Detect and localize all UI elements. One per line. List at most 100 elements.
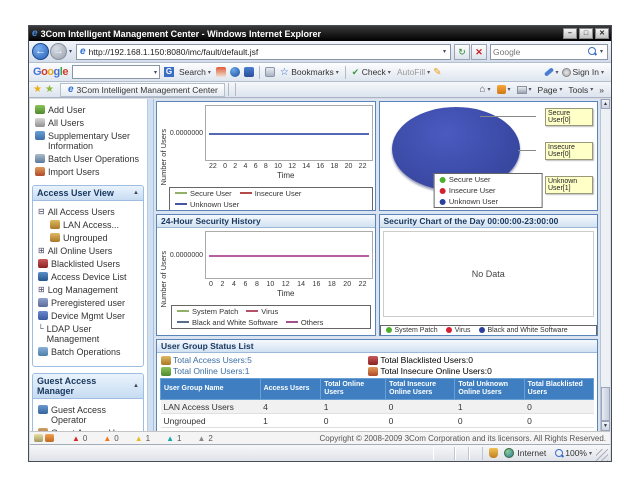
tools-menu[interactable]: Tools▾ (568, 85, 593, 95)
x-tick: 14 (302, 163, 310, 170)
cell-value: 0 (455, 414, 524, 428)
column-header-user-group-name[interactable]: User Group Name (161, 379, 261, 400)
sidebar-item-ldap-user-management[interactable]: └LDAP User Management (37, 322, 141, 345)
spellcheck-icon[interactable] (230, 67, 240, 77)
collapse-icon[interactable]: ▲ (133, 383, 139, 389)
refresh-button[interactable]: ↻ (454, 44, 470, 60)
alarm-critical[interactable]: ▲0 (72, 434, 87, 443)
close-button[interactable]: ✕ (595, 28, 609, 39)
legend-label: Virus (261, 307, 278, 316)
url-input[interactable] (89, 47, 441, 57)
translate-icon[interactable] (244, 67, 254, 77)
stop-button[interactable]: ✕ (471, 44, 487, 60)
feeds-button[interactable]: ▾ (497, 85, 511, 94)
sidebar-section-access-user-view: Access User View ▲ ⊟All Access UsersLAN … (32, 185, 144, 367)
scrollbar-thumb[interactable] (601, 387, 610, 421)
section-header[interactable]: Access User View ▲ (33, 186, 143, 201)
status-user-icon[interactable] (34, 434, 43, 442)
tree-collapse-icon[interactable]: ⊞ (38, 246, 45, 255)
cell-value: 0 (386, 400, 455, 414)
google-search-dropdown-icon[interactable]: ▾ (154, 69, 157, 76)
search-dropdown-icon[interactable]: ▾ (600, 48, 603, 55)
sidebar-item-preregistered-user[interactable]: Preregistered user (37, 296, 141, 309)
x-tick: 10 (274, 163, 282, 170)
back-button[interactable]: ← (32, 43, 49, 60)
column-header-total-unknown-online-users[interactable]: Total Unknown Online Users (455, 379, 524, 400)
google-search-field[interactable]: ▾ (72, 65, 160, 79)
status-alarm-icon[interactable] (45, 434, 54, 442)
more-toolbar-chevron[interactable]: » (599, 85, 604, 95)
column-header-total-insecure-online-users[interactable]: Total Insecure Online Users (386, 379, 455, 400)
wrench-icon[interactable] (543, 67, 553, 76)
sidebar-item-batch-user-operations[interactable]: Batch User Operations (34, 152, 145, 165)
section-header[interactable]: Guest Access Manager ▲ (33, 374, 143, 399)
tree-collapse-icon[interactable]: ⊞ (38, 285, 45, 294)
scroll-up-button[interactable]: ▲ (601, 99, 610, 109)
search-box[interactable]: ▾ (490, 44, 608, 60)
cell-group-name[interactable]: LAN Access Users (161, 400, 261, 414)
sign-in-button[interactable]: Sign In▾ (562, 67, 604, 77)
favorites-star-icon[interactable]: ★ (33, 84, 42, 95)
google-toolbar: Google ▾ G Search▾ ☆ Bookmarks▾ ✔ Check▾… (29, 63, 611, 82)
sidebar-item-guest-access-operator[interactable]: Guest Access Operator (37, 403, 141, 426)
sidebar-item-blacklisted-users[interactable]: Blacklisted Users (37, 257, 141, 270)
sidebar-item-import-users[interactable]: Import Users (34, 165, 145, 178)
column-header-total-blacklisted-users[interactable]: Total Blacklisted Users (524, 379, 593, 400)
home-button[interactable]: ⌂▾ (479, 84, 490, 95)
column-header-access-users[interactable]: Access Users (260, 379, 321, 400)
page-menu[interactable]: Page▾ (538, 85, 563, 95)
sidebar-item-device-mgmt-user[interactable]: Device Mgmt User (37, 309, 141, 322)
address-field[interactable]: e ▾ (76, 44, 451, 60)
resize-grip[interactable] (596, 449, 608, 461)
bookmarks-button[interactable]: ☆ Bookmarks▾ (280, 67, 339, 78)
sidebar-item-lan-access[interactable]: LAN Access... (37, 218, 141, 231)
google-search-button[interactable]: Search▾ (179, 67, 211, 77)
pagerank-icon[interactable] (216, 67, 226, 77)
address-dropdown-icon[interactable]: ▾ (443, 48, 446, 55)
history-dropdown-icon[interactable]: ▾ (69, 48, 72, 55)
add-favorite-icon[interactable]: ★ (45, 84, 54, 95)
scroll-down-button[interactable]: ▼ (601, 421, 610, 431)
alarm-minor[interactable]: ▲1 (135, 434, 150, 443)
tree-expand-icon[interactable]: ⊟ (38, 207, 45, 216)
stat-total-online-users-1[interactable]: Total Online Users:1 (161, 366, 368, 376)
autofill-button[interactable]: AutoFill▾ (397, 67, 430, 77)
send-to-icon[interactable] (265, 67, 275, 77)
scrollbar-track[interactable] (601, 109, 610, 421)
sidebar-item-batch-operations[interactable]: Batch Operations (37, 345, 141, 358)
zoom-dropdown-icon[interactable]: ▾ (589, 450, 592, 457)
sidebar-item-ungrouped[interactable]: Ungrouped (37, 231, 141, 244)
sidebar-item-all-users[interactable]: All Users (34, 116, 145, 129)
page-tab[interactable]: e 3Com Intelligent Management Center (60, 83, 225, 97)
print-button[interactable]: ▾ (517, 86, 532, 94)
alarm-info[interactable]: ▲2 (198, 434, 213, 443)
sidebar-item-all-online-users[interactable]: ⊞All Online Users (37, 244, 141, 257)
forward-button[interactable]: → (50, 43, 67, 60)
google-search-input[interactable] (73, 67, 152, 77)
sidebar-item-supplementary-user-information[interactable]: Supplementary User Information (34, 129, 145, 152)
collapse-icon[interactable]: ▲ (133, 190, 139, 196)
alarm-major[interactable]: ▲0 (103, 434, 118, 443)
wrench-dropdown-icon[interactable]: ▾ (556, 69, 559, 76)
column-header-total-online-users[interactable]: Total Online Users (321, 379, 386, 400)
check-button[interactable]: ✔ Check▾ (352, 67, 391, 78)
search-icon[interactable] (588, 47, 597, 56)
sidebar-item-log-management[interactable]: ⊞Log Management (37, 283, 141, 296)
legend-label: Unknown User (449, 197, 498, 206)
users-folder-icon (35, 118, 45, 127)
legend-label: Secure User (190, 189, 232, 198)
main-scrollbar[interactable]: ▲ ▼ (600, 99, 610, 431)
zoom-control[interactable]: 100% ▾ (554, 448, 592, 458)
sidebar-item-add-user[interactable]: Add User (34, 103, 145, 116)
data-line-security (209, 255, 369, 257)
maximize-button[interactable]: □ (579, 28, 593, 39)
sidebar-item-all-access-users[interactable]: ⊟All Access Users (37, 205, 141, 218)
alarm-warning[interactable]: ▲1 (166, 434, 181, 443)
stat-total-access-users-5[interactable]: Total Access Users:5 (161, 355, 368, 365)
highlighter-icon[interactable]: ✎ (433, 67, 441, 78)
search-input[interactable] (493, 47, 587, 57)
cell-group-name[interactable]: Ungrouped (161, 414, 261, 428)
minimize-button[interactable]: – (563, 28, 577, 39)
sidebar-item-access-device-list[interactable]: Access Device List (37, 270, 141, 283)
google-g-icon: G (164, 67, 174, 77)
